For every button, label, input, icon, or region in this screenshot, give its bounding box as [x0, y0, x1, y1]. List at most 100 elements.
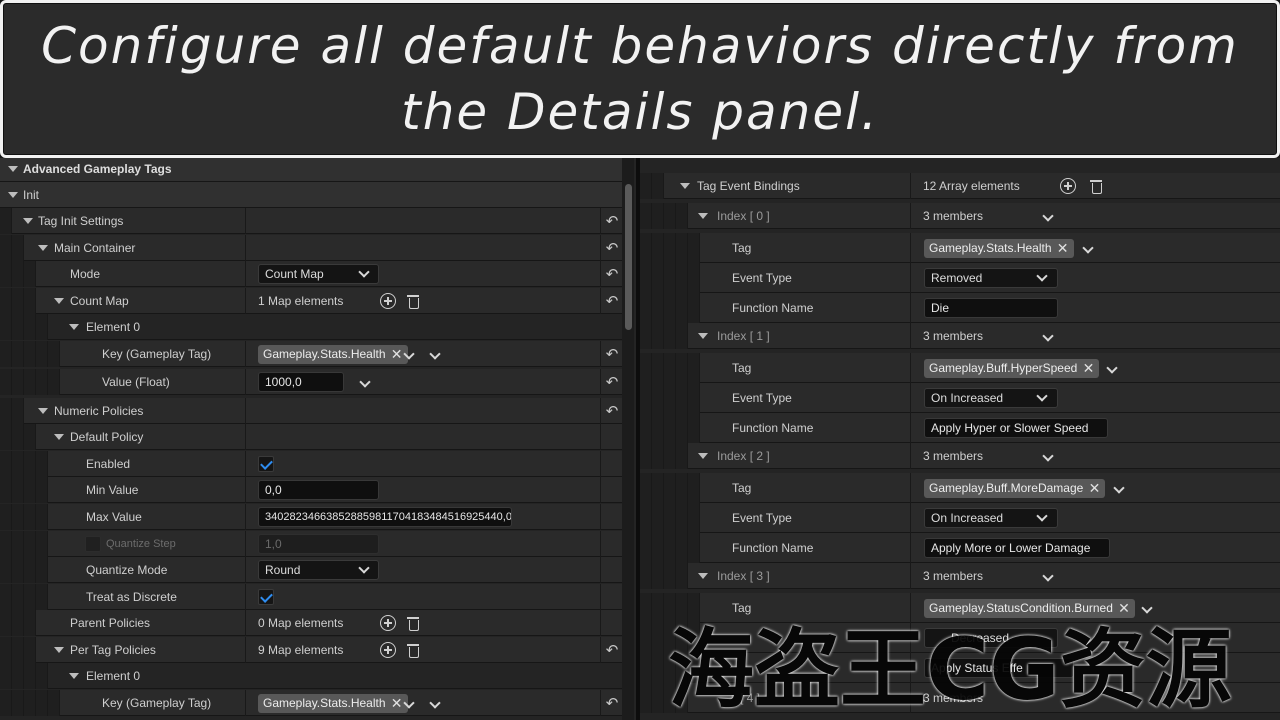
gameplay-tag-pill[interactable]: Gameplay.Stats.Health ✕	[924, 239, 1074, 258]
property-label: Tag Init Settings	[38, 214, 124, 228]
section-init[interactable]: Init	[0, 182, 622, 208]
tag-text: Gameplay.StatusCondition.Burned	[929, 601, 1113, 615]
chevron-down-icon[interactable]	[1041, 450, 1055, 464]
row-mode: Mode Count Map ↶	[0, 261, 622, 287]
chevron-down-icon[interactable]	[1041, 210, 1055, 224]
row-index-2[interactable]: Index [ 2 ] 3 members	[640, 443, 1280, 469]
row-tag-event-bindings[interactable]: Tag Event Bindings 12 Array elements	[640, 173, 1280, 199]
gameplay-tag-pill[interactable]: Gameplay.Stats.Health ✕	[258, 694, 408, 713]
row-main-container[interactable]: Main Container ↶	[0, 235, 622, 261]
close-icon[interactable]: ✕	[391, 694, 403, 713]
scrollbar-thumb[interactable]	[625, 184, 632, 330]
row-function-name-0: Function Name Die	[640, 293, 1280, 323]
chevron-down-icon[interactable]	[428, 697, 442, 711]
expand-arrow-icon[interactable]	[8, 166, 18, 172]
row-index-0[interactable]: Index [ 0 ] 3 members	[640, 203, 1280, 229]
reset-arrow-icon[interactable]: ↶	[602, 238, 622, 258]
quantize-step-checkbox[interactable]	[85, 536, 101, 552]
expand-arrow-icon[interactable]	[38, 245, 48, 251]
property-value: 1 Map elements	[258, 294, 344, 308]
chevron-down-icon[interactable]	[1041, 330, 1055, 344]
row-element-0[interactable]: Element 0	[0, 314, 622, 340]
row-default-policy[interactable]: Default Policy	[0, 424, 622, 450]
chevron-down-icon[interactable]	[428, 348, 442, 362]
property-value: 3 members	[923, 569, 984, 583]
function-name-input[interactable]: Apply Hyper or Slower Speed	[924, 418, 1108, 438]
expand-arrow-icon[interactable]	[698, 453, 708, 459]
row-count-map[interactable]: Count Map 1 Map elements ↶	[0, 288, 622, 314]
function-name-input[interactable]: Die	[924, 298, 1058, 318]
max-value-input[interactable]: 340282346638528859811704183484516925440,…	[258, 507, 512, 527]
expand-arrow-icon[interactable]	[8, 192, 18, 198]
expand-arrow-icon[interactable]	[54, 647, 64, 653]
category-advanced-gameplay-tags[interactable]: Advanced Gameplay Tags	[0, 158, 622, 182]
chevron-down-icon[interactable]	[1112, 482, 1126, 496]
property-label: Numeric Policies	[54, 404, 144, 418]
event-type-combo[interactable]: Removed	[924, 268, 1058, 288]
reset-arrow-icon[interactable]: ↶	[602, 211, 622, 231]
reset-arrow-icon[interactable]: ↶	[602, 372, 622, 392]
gameplay-tag-pill[interactable]: Gameplay.Buff.HyperSpeed ✕	[924, 359, 1100, 378]
gameplay-tag-pill[interactable]: Gameplay.Buff.MoreDamage ✕	[924, 479, 1106, 498]
plus-circle-icon[interactable]	[380, 642, 396, 658]
expand-arrow-icon[interactable]	[54, 298, 64, 304]
expand-arrow-icon[interactable]	[698, 213, 708, 219]
chevron-down-icon[interactable]	[1081, 242, 1095, 256]
gameplay-tag-pill[interactable]: Gameplay.StatusCondition.Burned ✕	[924, 599, 1135, 618]
row-event-type-1: Event Type On Increased	[640, 383, 1280, 413]
event-type-combo[interactable]: On Increased	[924, 508, 1058, 528]
property-label: Enabled	[86, 457, 131, 471]
quantize-mode-combo[interactable]: Round	[258, 560, 379, 580]
reset-arrow-icon[interactable]: ↶	[602, 344, 622, 364]
enabled-checkbox[interactable]	[258, 456, 274, 472]
chevron-down-icon[interactable]	[402, 348, 416, 362]
chevron-down-icon[interactable]	[358, 376, 372, 390]
trash-icon[interactable]	[1089, 178, 1105, 194]
row-numeric-policies[interactable]: Numeric Policies ↶	[0, 398, 622, 424]
plus-circle-icon[interactable]	[380, 615, 396, 631]
treat-as-discrete-checkbox[interactable]	[258, 589, 274, 605]
expand-arrow-icon[interactable]	[698, 573, 708, 579]
close-icon[interactable]: ✕	[1083, 359, 1095, 378]
reset-arrow-icon[interactable]: ↶	[602, 401, 622, 421]
mode-combo[interactable]: Count Map	[258, 264, 379, 284]
row-index-1[interactable]: Index [ 1 ] 3 members	[640, 323, 1280, 349]
trash-icon[interactable]	[406, 615, 422, 631]
close-icon[interactable]: ✕	[1057, 239, 1069, 258]
reset-arrow-icon[interactable]: ↶	[602, 640, 622, 660]
caption-banner: Configure all default behaviors directly…	[0, 0, 1280, 158]
expand-arrow-icon[interactable]	[69, 324, 79, 330]
chevron-down-icon[interactable]	[1105, 362, 1119, 376]
expand-arrow-icon[interactable]	[69, 673, 79, 679]
row-tag-init-settings[interactable]: Tag Init Settings ↶	[0, 208, 622, 234]
tag-text: Gameplay.Stats.Health	[929, 241, 1052, 255]
reset-arrow-icon[interactable]: ↶	[602, 693, 622, 713]
close-icon[interactable]: ✕	[1118, 599, 1130, 618]
trash-icon[interactable]	[406, 293, 422, 309]
expand-arrow-icon[interactable]	[698, 333, 708, 339]
row-per-tag-policies[interactable]: Per Tag Policies 9 Map elements ↶	[0, 637, 622, 663]
close-icon[interactable]: ✕	[391, 345, 403, 364]
expand-arrow-icon[interactable]	[54, 434, 64, 440]
plus-circle-icon[interactable]	[380, 293, 396, 309]
reset-arrow-icon[interactable]: ↶	[602, 291, 622, 311]
event-type-combo[interactable]: On Increased	[924, 388, 1058, 408]
plus-circle-icon[interactable]	[1060, 178, 1076, 194]
expand-arrow-icon[interactable]	[23, 218, 33, 224]
min-value-input[interactable]: 0,0	[258, 480, 379, 500]
chevron-down-icon[interactable]	[1041, 570, 1055, 584]
row-index-3[interactable]: Index [ 3 ] 3 members	[640, 563, 1280, 589]
reset-arrow-icon[interactable]: ↶	[602, 264, 622, 284]
chevron-down-icon[interactable]	[1140, 602, 1154, 616]
chevron-down-icon[interactable]	[402, 697, 416, 711]
expand-arrow-icon[interactable]	[680, 183, 690, 189]
close-icon[interactable]: ✕	[1089, 479, 1101, 498]
row-element-0-b[interactable]: Element 0	[0, 663, 622, 689]
expand-arrow-icon[interactable]	[38, 408, 48, 414]
combo-value: Count Map	[265, 267, 324, 281]
function-name-input[interactable]: Apply More or Lower Damage	[924, 538, 1110, 558]
value-float-input[interactable]: 1000,0	[258, 372, 344, 392]
trash-icon[interactable]	[406, 642, 422, 658]
gameplay-tag-pill[interactable]: Gameplay.Stats.Health ✕	[258, 345, 408, 364]
chevron-down-icon	[357, 266, 371, 280]
